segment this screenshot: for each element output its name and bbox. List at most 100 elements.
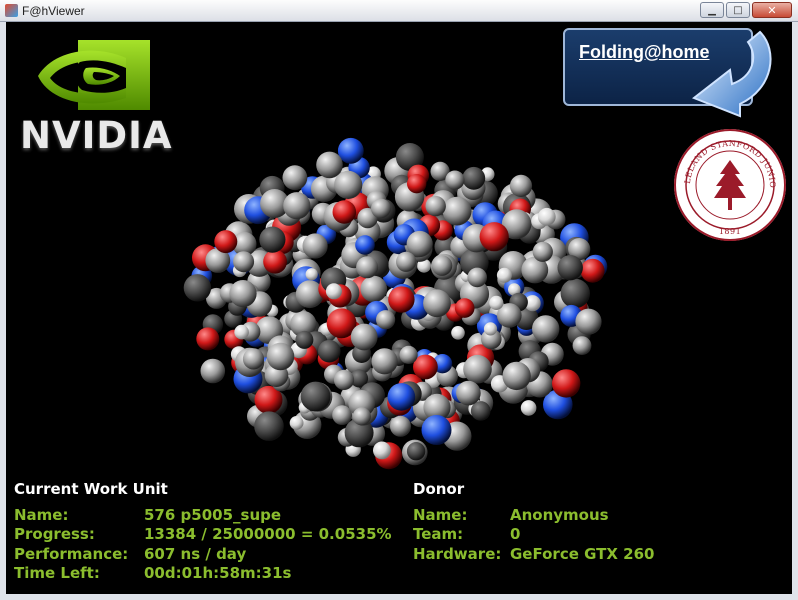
title-bar[interactable]: F@hViewer ▁ □ ✕ (0, 0, 798, 22)
atom-sphere (360, 275, 388, 303)
atom-sphere (557, 255, 583, 281)
work-unit-value: 13384 / 25000000 = 0.0535% (144, 525, 392, 544)
atom-sphere (242, 348, 265, 370)
current-work-unit-panel: Current Work Unit Name: 576 p5005_supe Pr… (14, 480, 392, 583)
atom-sphere (371, 348, 398, 375)
atom-sphere (406, 442, 426, 461)
donor-heading: Donor (413, 480, 465, 498)
atom-sphere (325, 283, 342, 300)
atom-sphere (334, 170, 363, 199)
app-window: F@hViewer ▁ □ ✕ NVIDIA Folding@home LELA… (0, 0, 798, 600)
work-unit-label: Name: (14, 505, 69, 524)
atom-sphere (302, 233, 328, 259)
atom-sphere (467, 267, 488, 288)
close-button[interactable]: ✕ (752, 2, 792, 18)
atom-sphere (520, 400, 537, 416)
atom-sphere (532, 241, 553, 262)
donor-label: Name: (413, 505, 468, 524)
app-icon (5, 4, 18, 17)
atom-sphere (463, 354, 492, 384)
atom-sphere (233, 251, 255, 273)
atom-sphere (316, 151, 343, 179)
close-icon: ✕ (767, 3, 777, 17)
atom-sphere (350, 323, 378, 351)
atom-sphere (373, 441, 391, 460)
donor-row: Name: Anonymous (413, 505, 655, 525)
atom-sphere (572, 336, 592, 355)
atom-sphere (263, 249, 287, 274)
window-title: F@hViewer (22, 4, 85, 18)
work-unit-row: Name: 576 p5005_supe (14, 505, 392, 525)
atom-sphere (295, 330, 314, 349)
atom-sphere (332, 200, 357, 224)
stanford-seal: LELAND STANFORD JUNIOR UNIVERSITY 1891 (672, 126, 786, 241)
donor-label: Hardware: (413, 544, 502, 563)
atom-sphere (214, 230, 238, 254)
work-unit-label: Performance: (14, 544, 129, 563)
atom-sphere (575, 308, 602, 335)
atom-sphere (259, 226, 286, 253)
atom-sphere (552, 369, 581, 398)
atom-sphere (387, 383, 416, 411)
atom-sphere (300, 381, 331, 412)
atom-sphere (496, 267, 512, 283)
atom-sphere (332, 405, 352, 425)
protein-molecule-render[interactable] (156, 132, 636, 492)
atom-sphere (421, 415, 452, 445)
atom-sphere (454, 298, 475, 318)
donor-label: Team: (413, 525, 464, 544)
atom-sphere (502, 361, 531, 391)
atom-sphere (489, 295, 504, 310)
nvidia-wordmark: NVIDIA (20, 114, 173, 157)
work-unit-row: Progress: 13384 / 25000000 = 0.0535% (14, 525, 392, 545)
work-unit-value: 576 p5005_supe (144, 505, 282, 524)
atom-sphere (537, 207, 556, 226)
atom-sphere (183, 274, 212, 302)
window-frame-right (792, 22, 798, 600)
atom-sphere (318, 339, 341, 363)
atom-sphere (196, 327, 220, 351)
atom-sphere (352, 407, 371, 426)
maximize-button[interactable]: □ (726, 2, 750, 18)
atom-sphere (479, 222, 509, 252)
work-unit-row: Performance: 607 ns / day (14, 544, 392, 564)
atom-sphere (305, 268, 318, 281)
atom-sphere (333, 369, 355, 390)
window-controls: ▁ □ ✕ (700, 2, 792, 18)
atom-sphere (445, 170, 465, 190)
atom-sphere (423, 289, 451, 318)
donor-panel: Donor Name: Anonymous Team: 0 Hardware: GeF… (413, 480, 655, 564)
minimize-icon: ▁ (708, 4, 716, 16)
atom-sphere (371, 198, 391, 219)
atom-sphere (456, 380, 481, 406)
atom-sphere (462, 166, 486, 190)
donor-row: Hardware: GeForce GTX 260 (413, 544, 655, 564)
work-unit-value: 607 ns / day (144, 544, 247, 563)
atom-sphere (289, 416, 304, 430)
minimize-button[interactable]: ▁ (700, 2, 724, 18)
atom-sphere (580, 258, 605, 283)
viewer-canvas[interactable]: NVIDIA Folding@home LELAND STANFORD JUNI… (6, 22, 792, 594)
atom-sphere (560, 278, 590, 309)
folding-arrow-icon (691, 30, 772, 118)
atom-sphere (376, 310, 396, 330)
atom-sphere (532, 315, 560, 343)
atom-sphere (356, 256, 379, 279)
seal-year: 1891 (719, 227, 741, 236)
atom-sphere (407, 174, 427, 194)
maximize-icon: □ (733, 4, 743, 16)
donor-value: 0 (510, 525, 521, 544)
atom-sphere (399, 345, 418, 364)
work-unit-label: Progress: (14, 525, 95, 544)
atom-sphere (283, 192, 311, 220)
window-frame-bottom (0, 594, 798, 600)
atom-sphere (451, 326, 465, 340)
work-unit-label: Time Left: (14, 564, 100, 583)
atom-sphere (266, 342, 295, 371)
atom-sphere (388, 286, 415, 313)
donor-value: GeForce GTX 260 (510, 544, 655, 563)
work-unit-value: 00d:01h:58m:31s (144, 564, 292, 583)
atom-sphere (229, 280, 257, 308)
work-unit-heading: Current Work Unit (14, 480, 168, 498)
work-unit-row: Time Left: 00d:01h:58m:31s (14, 564, 392, 584)
